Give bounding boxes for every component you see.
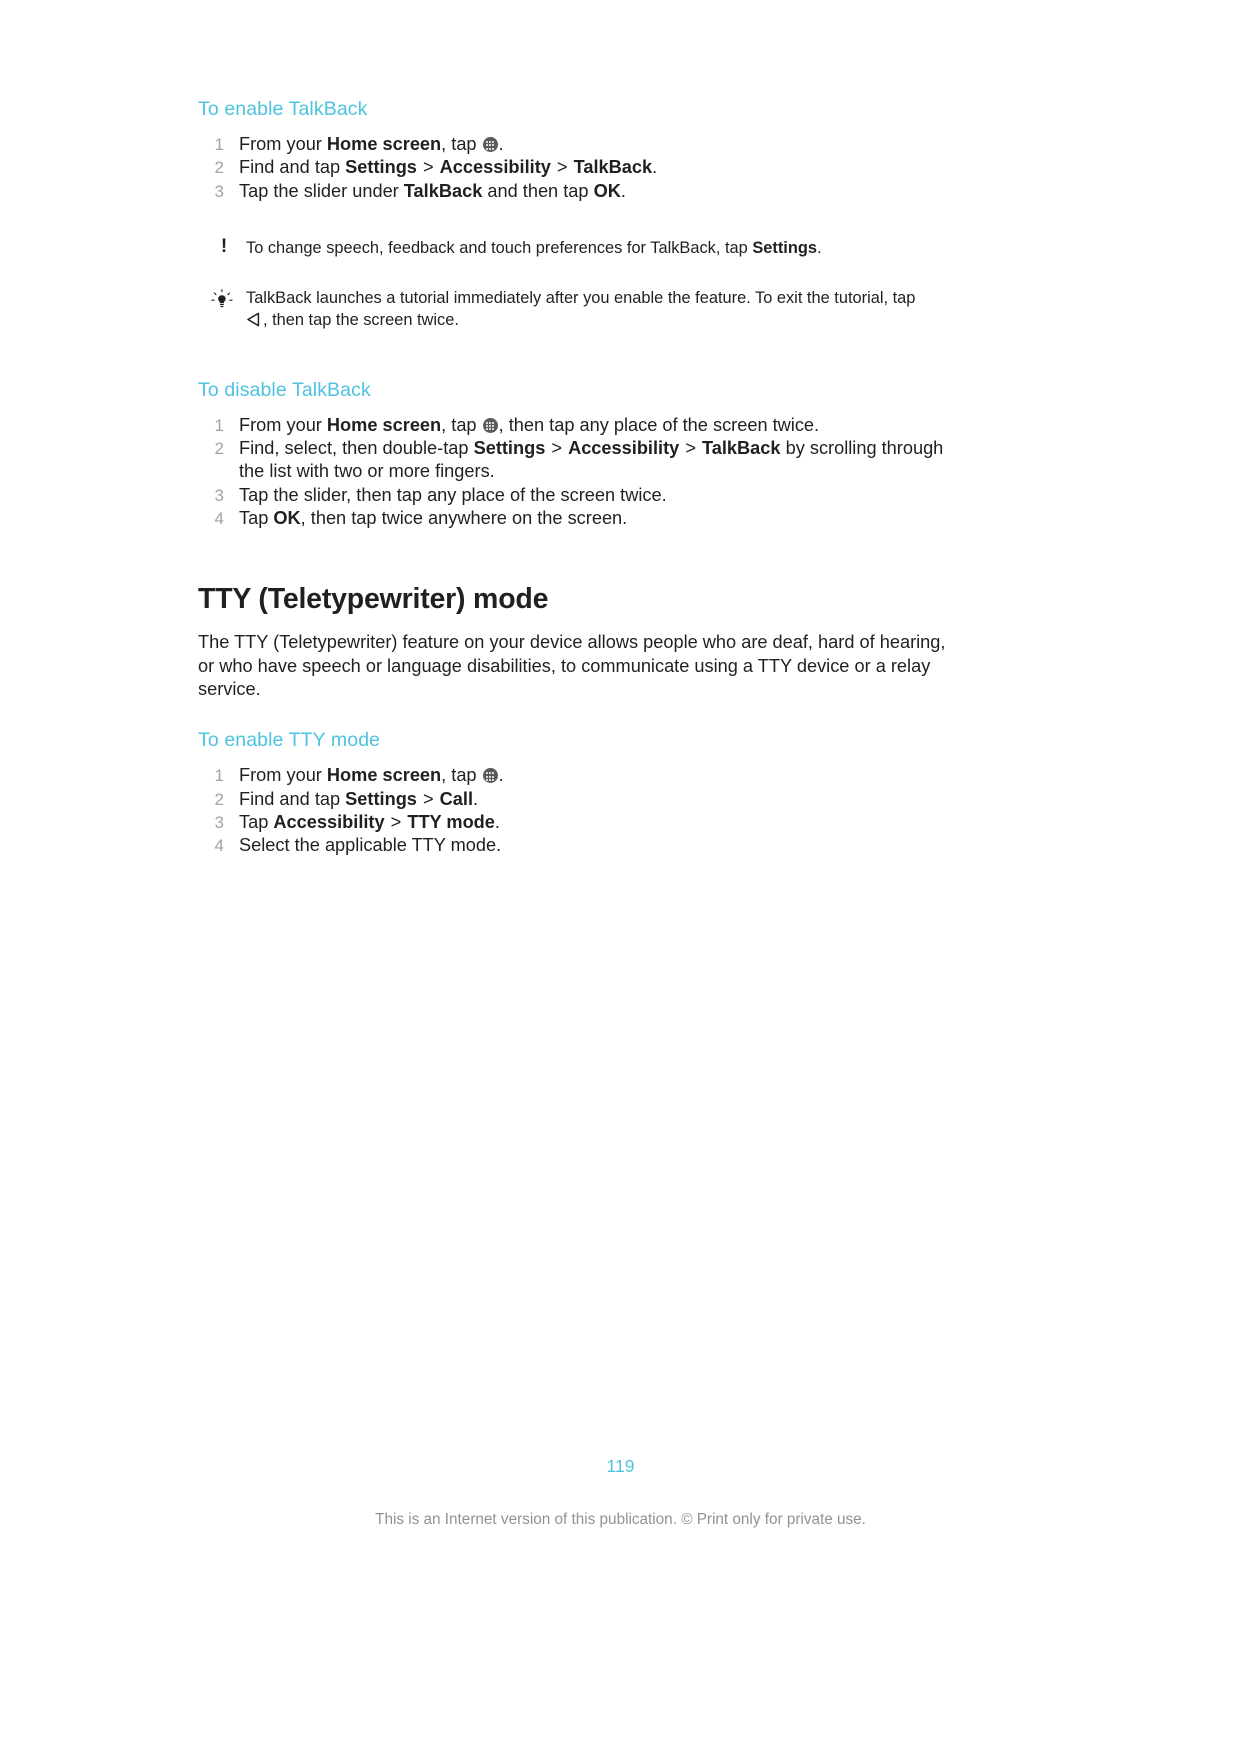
emphasis-term: TTY mode bbox=[407, 811, 495, 832]
step-text: Tap bbox=[239, 811, 274, 832]
note-text: To change speech, feedback and touch pre… bbox=[246, 238, 822, 257]
step-text: . bbox=[498, 765, 504, 786]
heading-to-disable-talkback: To disable TalkBack bbox=[198, 378, 371, 401]
step-text: . bbox=[473, 788, 479, 809]
step-text: From your bbox=[239, 414, 327, 435]
list-item: Tap Accessibility > TTY mode. bbox=[198, 811, 958, 835]
list-item: Tap OK, then tap twice anywhere on the s… bbox=[198, 507, 958, 531]
back-arrow-icon bbox=[246, 311, 263, 333]
step-text: . bbox=[652, 157, 658, 178]
step-text: Find and tap bbox=[239, 788, 346, 809]
step-text: From your bbox=[239, 765, 327, 786]
path-separator: > bbox=[417, 788, 439, 809]
list-item: From your Home screen, tap . bbox=[198, 133, 958, 157]
list-item: Tap the slider, then tap any place of th… bbox=[198, 484, 958, 508]
emphasis-term: TalkBack bbox=[403, 180, 483, 201]
app-drawer-icon bbox=[482, 768, 498, 784]
path-separator: > bbox=[546, 438, 568, 459]
list-item: From your Home screen, tap , then tap an… bbox=[198, 414, 958, 438]
step-text: and then tap bbox=[482, 180, 594, 201]
note-callout: ! To change speech, feedback and touch p… bbox=[198, 235, 958, 259]
path-separator: > bbox=[551, 157, 573, 178]
app-drawer-icon bbox=[482, 417, 498, 433]
emphasis-term: OK bbox=[593, 180, 621, 201]
section-title-tty-mode: TTY (Teletypewriter) mode bbox=[198, 583, 549, 616]
page-number: 119 bbox=[606, 1456, 635, 1476]
app-drawer-icon bbox=[482, 137, 498, 152]
emphasis-term: Home screen bbox=[326, 765, 442, 786]
path-separator: > bbox=[417, 157, 439, 178]
emphasis-term: Home screen bbox=[326, 414, 442, 435]
path-separator: > bbox=[680, 438, 701, 459]
emphasis-term: Settings bbox=[473, 438, 546, 459]
step-text: , then tap any place of the screen twice… bbox=[498, 414, 820, 435]
exclamation-note-icon: ! bbox=[220, 235, 228, 257]
heading-to-enable-tty-mode: To enable TTY mode bbox=[198, 729, 381, 752]
emphasis-term: Accessibility bbox=[439, 157, 551, 178]
list-item: Find and tap Settings > Accessibility > … bbox=[198, 156, 958, 180]
step-text: , then tap twice anywhere on the screen. bbox=[300, 508, 628, 529]
step-text: From your bbox=[239, 134, 327, 154]
steps-enable-tty: From your Home screen, tap . Find and ta… bbox=[198, 764, 958, 857]
tip-text: TalkBack launches a tutorial immediately… bbox=[246, 289, 915, 329]
tty-description: The TTY (Teletypewriter) feature on your… bbox=[198, 632, 946, 699]
step-text: . bbox=[494, 811, 500, 832]
emphasis-term: Settings bbox=[345, 788, 417, 809]
emphasis-term: Settings bbox=[345, 157, 417, 178]
emphasis-term: Accessibility bbox=[568, 438, 680, 459]
step-text: . bbox=[498, 134, 504, 154]
document-page: To enable TalkBack From your Home screen… bbox=[0, 0, 1241, 1754]
list-item: Find and tap Settings > Call. bbox=[198, 788, 958, 812]
list-item: Find, select, then double-tap Settings >… bbox=[198, 437, 958, 484]
footer-disclaimer: This is an Internet version of this publ… bbox=[375, 1511, 866, 1528]
emphasis-term: Call bbox=[439, 788, 474, 809]
step-text: Tap bbox=[239, 508, 274, 529]
step-text: , tap bbox=[441, 414, 482, 435]
note-bold-term: Settings bbox=[752, 238, 817, 257]
steps-enable-talkback: From your Home screen, tap . Find and ta… bbox=[198, 133, 958, 203]
step-text: Select the applicable TTY mode. bbox=[239, 835, 502, 856]
heading-to-enable-talkback: To enable TalkBack bbox=[198, 98, 368, 120]
step-text: Tap the slider under bbox=[239, 180, 404, 201]
emphasis-term: OK bbox=[273, 508, 301, 529]
step-text: , tap bbox=[441, 765, 482, 786]
step-text: Find, select, then double-tap bbox=[239, 438, 474, 459]
emphasis-term: Home screen bbox=[326, 134, 442, 154]
steps-disable-talkback: From your Home screen, tap , then tap an… bbox=[198, 414, 958, 531]
emphasis-term: TalkBack bbox=[573, 157, 653, 178]
step-text: Tap the slider, then tap any place of th… bbox=[239, 484, 667, 505]
emphasis-term: Accessibility bbox=[273, 811, 385, 832]
list-item: From your Home screen, tap . bbox=[198, 764, 958, 788]
page-content: To enable TalkBack From your Home screen… bbox=[198, 96, 958, 858]
step-text: , tap bbox=[441, 134, 482, 154]
step-text: Find and tap bbox=[239, 157, 346, 178]
list-item: Select the applicable TTY mode. bbox=[198, 834, 958, 858]
list-item: Tap the slider under TalkBack and then t… bbox=[198, 180, 958, 204]
path-separator: > bbox=[385, 811, 407, 832]
emphasis-term: TalkBack bbox=[702, 438, 781, 459]
lightbulb-tip-icon bbox=[210, 288, 234, 310]
step-text: . bbox=[620, 180, 626, 201]
tip-callout: TalkBack launches a tutorial immediately… bbox=[198, 287, 958, 333]
